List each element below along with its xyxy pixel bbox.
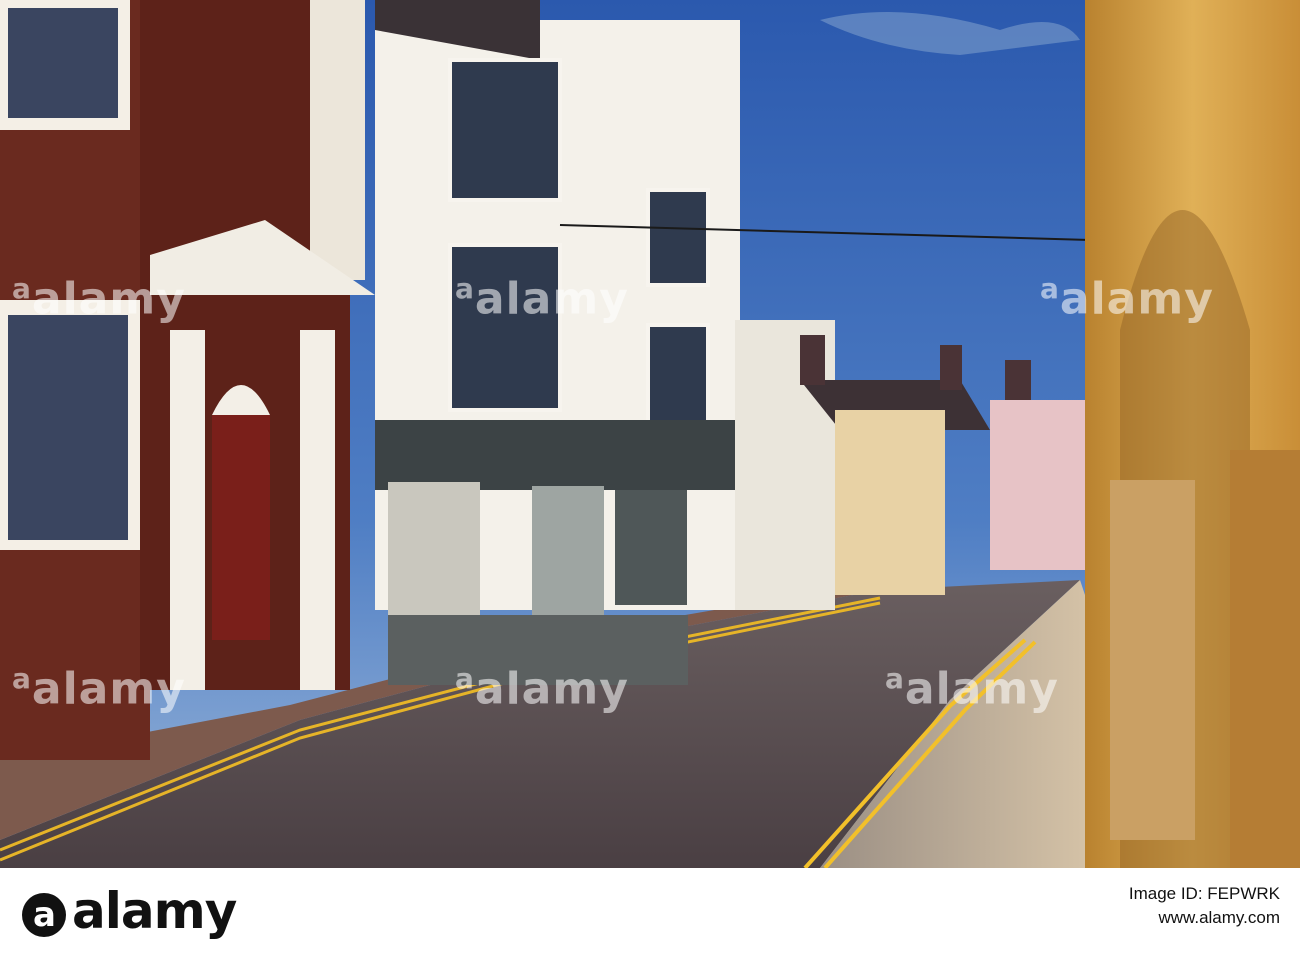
shop-fascia (375, 420, 735, 490)
chimney-1 (800, 335, 825, 385)
arch-pier (1110, 480, 1195, 840)
shop-window-3 (615, 490, 687, 605)
footer-bar: a alamy Image ID: FEPWRK www.alamy.com (0, 868, 1300, 956)
door-column-left (170, 330, 205, 690)
street-photo: aalamy aalamy aalamy aalamy aalamy aalam… (0, 0, 1300, 868)
image-id: Image ID: FEPWRK (1128, 884, 1280, 903)
alamy-logo[interactable]: a alamy (22, 882, 237, 940)
tudor-house (835, 410, 945, 595)
shop-window-2 (532, 486, 604, 616)
chimney-3 (1005, 360, 1031, 400)
front-door (212, 415, 270, 640)
shop-base (388, 615, 688, 685)
pink-house (990, 400, 1090, 570)
stone-quoins (310, 0, 365, 280)
site-url[interactable]: www.alamy.com (1129, 908, 1280, 928)
street-scene (0, 0, 1300, 868)
door-column-right (300, 330, 335, 690)
image-meta: Image ID: FEPWRK www.alamy.com (1129, 884, 1280, 928)
arch-pier-right (1230, 450, 1300, 868)
chimney-2 (940, 345, 962, 390)
alamy-a-logo-icon: a (22, 892, 66, 937)
